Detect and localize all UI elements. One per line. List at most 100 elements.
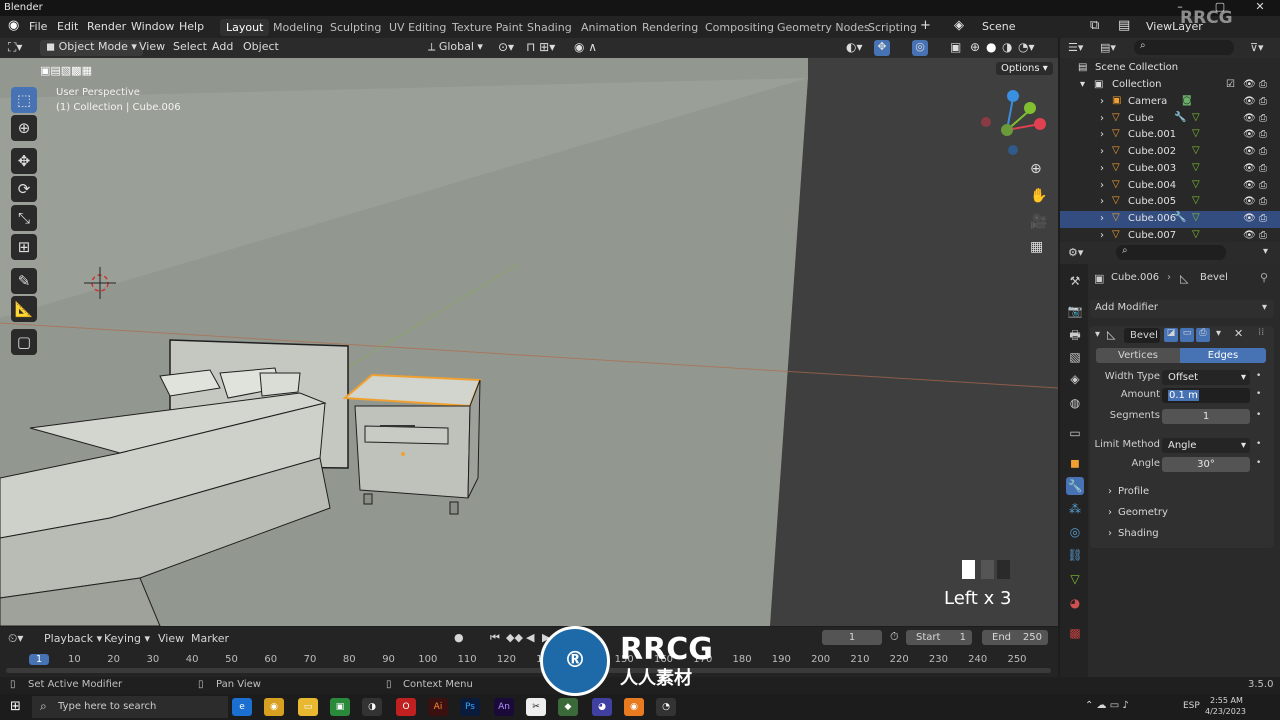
tab-uv-editing[interactable]: UV Editing: [383, 19, 452, 36]
mode-dropdown[interactable]: ◼ Object Mode ▾: [40, 40, 143, 56]
tab-rendering[interactable]: Rendering: [636, 19, 704, 36]
modifier-dropdown-icon[interactable]: ▾: [1216, 328, 1221, 339]
opera-icon[interactable]: O: [396, 698, 416, 716]
tab-layout[interactable]: Layout: [220, 19, 270, 36]
object-tab-icon[interactable]: ◼: [1066, 454, 1084, 472]
expand-arrow-icon[interactable]: ›: [1100, 129, 1104, 140]
shading-subpanel[interactable]: › Shading: [1090, 524, 1274, 544]
angle-field[interactable]: 30°: [1162, 457, 1250, 472]
add-modifier-button[interactable]: Add Modifier ▾: [1090, 300, 1274, 318]
scale-tool-icon[interactable]: ⤡: [11, 205, 37, 231]
proportional-edit-icon[interactable]: ◉ ∧: [574, 40, 597, 56]
segments-field[interactable]: 1: [1162, 409, 1250, 424]
drag-handle-icon[interactable]: ⁞⁞: [1258, 327, 1264, 338]
app-icon[interactable]: ◑: [362, 698, 382, 716]
tab-modeling[interactable]: Modeling: [267, 19, 329, 36]
expand-arrow-icon[interactable]: ›: [1100, 96, 1104, 107]
render-camera-icon[interactable]: ⎙: [1259, 230, 1267, 241]
geometry-subpanel[interactable]: › Geometry: [1090, 503, 1274, 523]
tab-texture-paint[interactable]: Texture Paint: [446, 19, 529, 36]
tool-tab-icon[interactable]: ⚒: [1066, 272, 1084, 290]
scene-collection-row[interactable]: ▤ Scene Collection: [1060, 60, 1280, 77]
particles-tab-icon[interactable]: ⁂: [1066, 500, 1084, 518]
object-menu[interactable]: Object: [243, 40, 279, 56]
pin-icon[interactable]: ⚲: [1260, 271, 1268, 284]
viewport-toggle-icon[interactable]: ▭: [1180, 328, 1194, 342]
timeline-editor-icon[interactable]: ⏲▾: [8, 631, 23, 646]
expand-arrow-icon[interactable]: ›: [1100, 213, 1104, 224]
keyframe-dot-icon[interactable]: •: [1256, 439, 1261, 449]
eye-icon[interactable]: 👁: [1243, 213, 1256, 224]
chrome-icon[interactable]: ◉: [264, 698, 284, 716]
overlay-toggle-icon[interactable]: ◎: [912, 40, 928, 56]
material-shading-icon[interactable]: ◑: [1002, 40, 1012, 56]
timeline-view-menu[interactable]: View: [158, 632, 184, 645]
render-camera-icon[interactable]: ⎙: [1259, 79, 1267, 90]
texture-tab-icon[interactable]: ▩: [1066, 624, 1084, 642]
keyframe-dot-icon[interactable]: •: [1256, 389, 1261, 399]
file-explorer-icon[interactable]: ▭: [298, 698, 318, 716]
app-icon[interactable]: ✂: [526, 698, 546, 716]
wireframe-shading-icon[interactable]: ⊕: [970, 40, 980, 56]
tray-icons[interactable]: ⌃ ☁ ▭ ♪: [1085, 700, 1129, 711]
render-camera-icon[interactable]: ⎙: [1259, 196, 1267, 207]
cursor-tool-icon[interactable]: ⊕: [11, 115, 37, 141]
pivot-icon[interactable]: ⊙▾: [498, 40, 514, 56]
add-workspace-icon[interactable]: +: [920, 18, 931, 33]
preview-range-icon[interactable]: ⏱: [890, 630, 899, 644]
outliner-item[interactable]: › ▽ Cube 🔧 ▽ 👁 ⎙: [1060, 111, 1280, 128]
photoshop-icon[interactable]: Ps: [460, 698, 480, 716]
profile-subpanel[interactable]: › Profile: [1090, 482, 1274, 502]
transform-tool-icon[interactable]: ⊞: [11, 234, 37, 260]
menu-file[interactable]: File: [29, 20, 47, 33]
menu-render[interactable]: Render: [87, 20, 126, 33]
zoom-icon[interactable]: ⊕: [1030, 161, 1042, 177]
gizmo-toggle-icon[interactable]: ✥: [874, 40, 890, 56]
jump-start-icon[interactable]: ⏮: [490, 631, 500, 645]
keying-menu[interactable]: Keying ▾: [104, 632, 150, 645]
constraints-tab-icon[interactable]: ⛓: [1066, 546, 1084, 564]
end-frame-field[interactable]: End 250: [982, 630, 1048, 645]
timeline-scrollbar[interactable]: [6, 668, 1051, 673]
eye-icon[interactable]: 👁: [1243, 163, 1256, 174]
record-icon[interactable]: ●: [454, 631, 464, 644]
move-tool-icon[interactable]: ✥: [11, 148, 37, 174]
outliner-item[interactable]: › ▽ Cube.004 ▽ 👁 ⎙: [1060, 178, 1280, 195]
options-dropdown[interactable]: Options ▾: [996, 62, 1053, 75]
properties-menu-icon[interactable]: ▾: [1263, 246, 1268, 257]
vertices-tab[interactable]: Vertices: [1096, 348, 1180, 363]
keyframe-dot-icon[interactable]: •: [1256, 371, 1261, 381]
eye-icon[interactable]: 👁: [1243, 79, 1256, 90]
checkbox-icon[interactable]: ☑: [1226, 79, 1235, 90]
scene-name[interactable]: Scene: [982, 20, 1016, 33]
outliner-item[interactable]: › ▽ Cube.005 ▽ 👁 ⎙: [1060, 194, 1280, 211]
render-camera-icon[interactable]: ⎙: [1259, 96, 1267, 107]
expand-arrow-icon[interactable]: ›: [1100, 146, 1104, 157]
filter-icon[interactable]: ⊽▾: [1250, 41, 1264, 54]
properties-search-input[interactable]: ⌕: [1116, 245, 1226, 260]
edges-tab[interactable]: Edges: [1180, 348, 1266, 363]
windows-start-icon[interactable]: ⊞: [10, 699, 21, 714]
app-icon[interactable]: ◔: [656, 698, 676, 716]
keyframe-dot-icon[interactable]: •: [1256, 410, 1261, 420]
collection-row[interactable]: ▾ ▣ Collection ☑ 👁 ⎙: [1060, 77, 1280, 94]
render-camera-icon[interactable]: ⎙: [1259, 213, 1267, 224]
render-toggle-icon[interactable]: ⎙: [1196, 328, 1210, 342]
blender-logo-icon[interactable]: ◉: [8, 18, 19, 33]
discord-icon[interactable]: ◕: [592, 698, 612, 716]
expand-arrow-icon[interactable]: ›: [1100, 196, 1104, 207]
world-tab-icon[interactable]: ◍: [1066, 394, 1084, 412]
expand-arrow-icon[interactable]: ›: [1100, 180, 1104, 191]
taskbar-search-box[interactable]: ⌕ Type here to search: [32, 696, 228, 718]
render-camera-icon[interactable]: ⎙: [1259, 129, 1267, 140]
ortho-toggle-icon[interactable]: ▦: [1030, 239, 1043, 255]
marker-menu[interactable]: Marker: [191, 632, 229, 645]
amount-input[interactable]: 0.1 m: [1162, 388, 1250, 403]
tab-sculpting[interactable]: Sculpting: [324, 19, 387, 36]
outliner-item[interactable]: › ▽ Cube.003 ▽ 👁 ⎙: [1060, 161, 1280, 178]
render-tab-icon[interactable]: 📷: [1066, 302, 1084, 320]
menu-help[interactable]: Help: [179, 20, 204, 33]
render-camera-icon[interactable]: ⎙: [1259, 180, 1267, 191]
outliner-item[interactable]: › ▣ Camera ◙ 👁 ⎙: [1060, 94, 1280, 111]
eye-icon[interactable]: 👁: [1243, 129, 1256, 140]
